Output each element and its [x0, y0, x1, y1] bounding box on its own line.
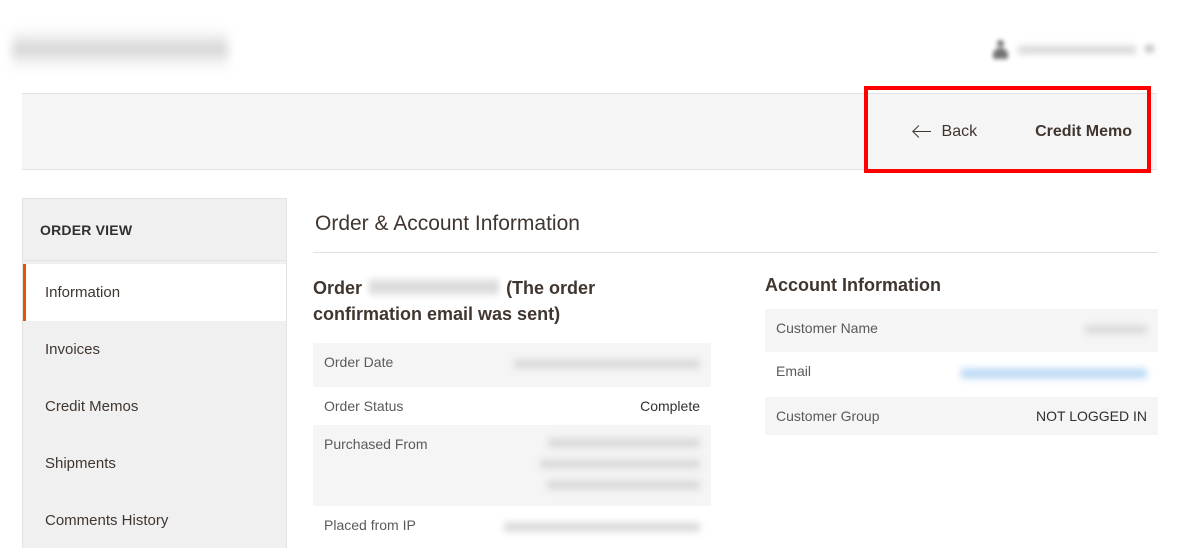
email-redacted[interactable] — [961, 366, 1147, 381]
row-value — [458, 506, 711, 548]
brand-logo-redacted — [12, 27, 228, 71]
account-information-heading: Account Information — [765, 275, 941, 295]
table-row: Email — [765, 352, 1158, 397]
customer-name-redacted — [1085, 323, 1147, 336]
table-row: Placed from IP — [313, 506, 711, 548]
row-value — [458, 343, 711, 387]
main-content: Order & Account Information Order (The o… — [313, 198, 1158, 548]
order-date-redacted — [514, 357, 700, 371]
admin-top-bar — [0, 0, 1180, 93]
row-label: Customer Group — [776, 408, 880, 424]
sidebar-item-label: Invoices — [45, 341, 101, 358]
user-avatar-icon — [992, 39, 1009, 59]
chevron-down-icon[interactable] — [1145, 43, 1154, 55]
credit-memo-button[interactable]: Credit Memo — [1023, 117, 1144, 147]
table-row: Purchased From — [313, 425, 711, 506]
row-value: Complete — [640, 398, 700, 414]
account-information-column: Account Information Customer Name Email … — [765, 275, 1158, 548]
order-information-table: Order Date Order Status Complete Purchas… — [313, 343, 711, 548]
row-label: Order Date — [324, 354, 394, 370]
row-label: Placed from IP — [324, 517, 416, 533]
row-value — [913, 309, 1158, 352]
purchased-from-redacted — [540, 436, 700, 492]
sidebar-item-invoices[interactable]: Invoices — [23, 321, 286, 378]
sidebar-item-information[interactable]: Information — [23, 264, 286, 321]
table-row: Customer Name — [765, 309, 1158, 352]
order-heading: Order (The order confirmation email was … — [313, 275, 613, 327]
user-name-redacted — [1018, 42, 1136, 56]
sidebar-item-label: Comments History — [45, 512, 169, 529]
sidebar-item-label: Credit Memos — [45, 398, 139, 415]
order-information-column: Order (The order confirmation email was … — [313, 275, 711, 548]
table-row: Order Status Complete — [313, 387, 711, 425]
info-columns: Order (The order confirmation email was … — [313, 275, 1158, 548]
row-label: Purchased From — [324, 436, 428, 452]
page-actions-toolbar: Back Credit Memo — [22, 93, 1157, 170]
placed-from-ip-redacted — [504, 520, 700, 534]
sidebar-item-label: Shipments — [45, 455, 116, 472]
sidebar-item-shipments[interactable]: Shipments — [23, 435, 286, 492]
table-row: Customer Group NOT LOGGED IN — [765, 397, 1158, 435]
arrow-left-icon — [913, 125, 931, 139]
back-button-label: Back — [941, 122, 978, 140]
order-number-redacted — [369, 276, 500, 298]
row-label: Email — [776, 363, 812, 379]
sidebar-item-credit-memos[interactable]: Credit Memos — [23, 378, 286, 435]
row-value — [458, 425, 711, 506]
user-menu[interactable] — [992, 27, 1154, 71]
table-row: Order Date — [313, 343, 711, 387]
back-button[interactable]: Back — [902, 117, 990, 147]
sidebar-item-label: Information — [45, 284, 121, 301]
page-actions-group: Back Credit Memo — [902, 117, 1157, 147]
row-label: Customer Name — [776, 320, 878, 336]
order-heading-prefix: Order — [313, 278, 363, 298]
title-divider — [313, 252, 1158, 253]
sidebar-title: ORDER VIEW — [23, 199, 286, 261]
order-view-sidebar: ORDER VIEW Information Invoices Credit M… — [22, 198, 287, 548]
account-information-table: Customer Name Email Customer Group NOT L… — [765, 309, 1158, 435]
page-title: Order & Account Information — [315, 212, 580, 235]
row-value: NOT LOGGED IN — [1036, 408, 1147, 424]
row-value — [913, 352, 1158, 397]
sidebar-nav: Information Invoices Credit Memos Shipme… — [23, 261, 286, 548]
sidebar-item-comments-history[interactable]: Comments History — [23, 492, 286, 548]
row-label: Order Status — [324, 398, 404, 414]
